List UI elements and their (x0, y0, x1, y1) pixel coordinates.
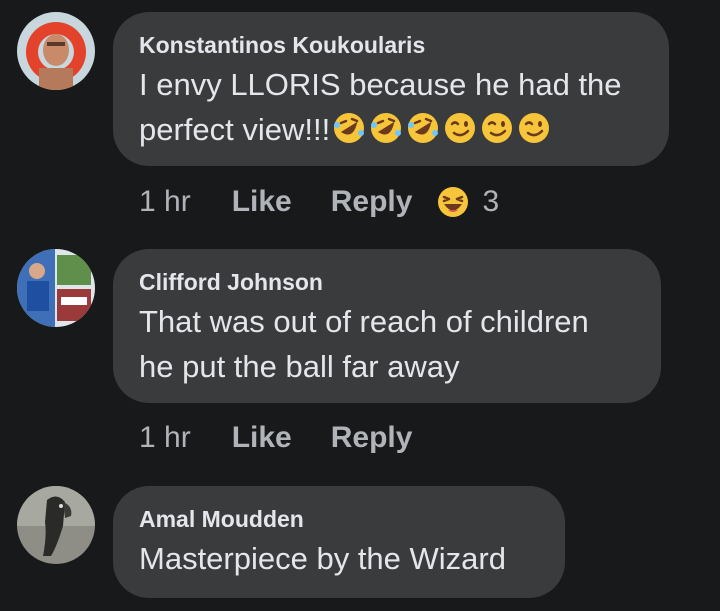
comment-text-line: perfect view!!! (139, 112, 331, 147)
winking-face-icon (445, 113, 476, 143)
comment-text-line: he put the ball far away (139, 349, 460, 384)
comment-text-line: Masterpiece by the Wizard (139, 541, 506, 576)
reaction-summary[interactable]: 3 (436, 185, 499, 219)
rolling-on-floor-laughing-icon (371, 113, 402, 143)
laughing-reaction-icon (438, 187, 469, 217)
emoji-row (332, 111, 551, 145)
reaction-count: 3 (482, 185, 500, 218)
reply-button[interactable]: Reply (331, 185, 413, 219)
avatar[interactable] (17, 486, 95, 564)
reply-button[interactable]: Reply (331, 421, 413, 455)
comment-actions: 1 hr Like Reply (139, 420, 412, 456)
comment-text-line: I envy LLORIS because he had the (139, 67, 622, 102)
comments-thread: Konstantinos Koukoularis I envy LLORIS b… (0, 0, 720, 611)
comment-text: I envy LLORIS because he had the perfect… (139, 62, 643, 152)
comment-text: That was out of reach of children he put… (139, 299, 635, 389)
comment-author[interactable]: Amal Moudden (139, 506, 539, 532)
like-button[interactable]: Like (232, 185, 292, 219)
comment-author[interactable]: Konstantinos Koukoularis (139, 32, 643, 58)
avatar[interactable] (17, 12, 95, 90)
comment-actions: 1 hr Like Reply 3 (139, 184, 499, 220)
comment-bubble: Clifford Johnson That was out of reach o… (113, 249, 661, 403)
rolling-on-floor-laughing-icon (334, 113, 365, 143)
comment-text-line: That was out of reach of children (139, 304, 589, 339)
like-button[interactable]: Like (232, 421, 292, 455)
rolling-on-floor-laughing-icon (408, 113, 439, 143)
comment-timestamp[interactable]: 1 hr (139, 421, 191, 455)
comment-text: Masterpiece by the Wizard (139, 536, 539, 581)
winking-face-icon (482, 113, 513, 143)
comment-author[interactable]: Clifford Johnson (139, 269, 635, 295)
comment-timestamp[interactable]: 1 hr (139, 185, 191, 219)
comment-bubble: Amal Moudden Masterpiece by the Wizard (113, 486, 565, 598)
comment-bubble: Konstantinos Koukoularis I envy LLORIS b… (113, 12, 669, 166)
avatar[interactable] (17, 249, 95, 327)
winking-face-icon (519, 113, 550, 143)
